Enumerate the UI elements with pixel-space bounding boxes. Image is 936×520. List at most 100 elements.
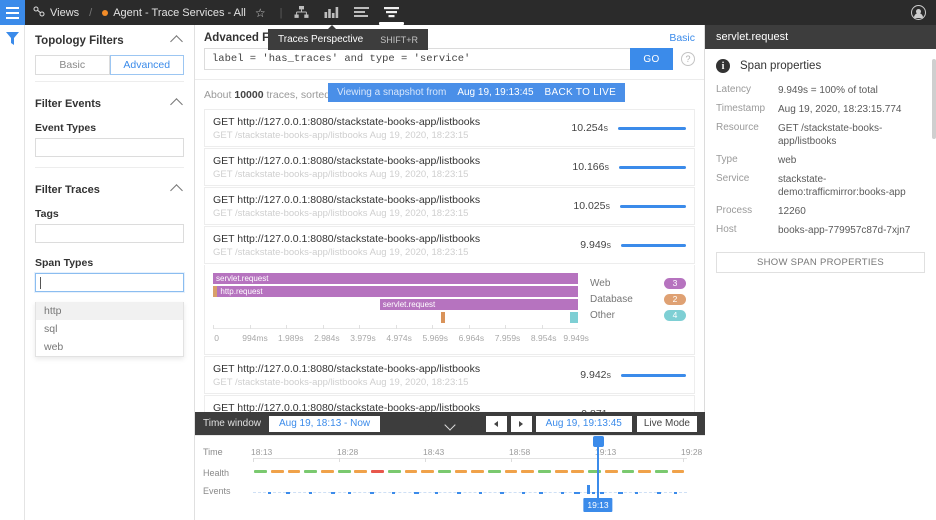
- waterfall-span[interactable]: servlet.request: [213, 273, 578, 284]
- time-window-value-button[interactable]: Aug 19, 18:13 - Now: [268, 415, 381, 432]
- trace-row[interactable]: GET http://127.0.0.1:8080/stackstate-boo…: [204, 356, 695, 394]
- event-marker[interactable]: [617, 492, 623, 494]
- go-button[interactable]: GO: [630, 48, 673, 70]
- event-marker[interactable]: [574, 492, 581, 494]
- tab-advanced[interactable]: Advanced: [109, 55, 184, 75]
- filter-mode-tabs: Basic Advanced: [35, 55, 184, 75]
- event-marker[interactable]: [435, 492, 439, 494]
- event-marker[interactable]: [656, 492, 661, 494]
- user-avatar-icon[interactable]: [911, 5, 926, 20]
- basic-mode-link[interactable]: Basic: [669, 32, 695, 44]
- trace-duration: 10.025s: [573, 200, 610, 212]
- arrow-left-icon[interactable]: [485, 415, 507, 432]
- event-marker[interactable]: [309, 492, 313, 494]
- timeline-row-label-events: Events: [203, 486, 231, 496]
- health-segment: [554, 470, 568, 473]
- filter-traces-header[interactable]: Filter Traces: [25, 174, 194, 204]
- property-row-resource: Resource GET /stackstate-books-app/listb…: [705, 119, 936, 151]
- span-type-option-web[interactable]: web: [36, 338, 183, 356]
- axis-tick-label: 994ms: [242, 333, 268, 343]
- event-marker[interactable]: [591, 492, 595, 494]
- axis-tick-label: 4.974s: [386, 333, 412, 343]
- event-marker[interactable]: [561, 492, 565, 494]
- event-marker-tall[interactable]: [587, 485, 591, 494]
- span-type-option-http[interactable]: http: [36, 302, 183, 320]
- span-types-dropdown: http sql web: [35, 302, 184, 357]
- waterfall-spans: servlet.request http.request servlet.req…: [213, 273, 589, 348]
- breadcrumb[interactable]: Agent - Trace Services - All ☆: [94, 6, 273, 20]
- span-types-input[interactable]: [35, 273, 184, 292]
- health-segment: [421, 470, 434, 473]
- event-marker[interactable]: [539, 492, 544, 494]
- property-row-type: Type web: [705, 151, 936, 170]
- user-menu[interactable]: [911, 5, 936, 20]
- waterfall-span[interactable]: http.request: [217, 286, 578, 297]
- topology-filters-header[interactable]: Topology Filters: [25, 25, 194, 55]
- chevron-up-icon[interactable]: [170, 183, 183, 197]
- trace-row[interactable]: GET http://127.0.0.1:8080/stackstate-boo…: [204, 109, 695, 147]
- health-segment: [254, 470, 268, 473]
- timeline-strip: Time Health Events 18:13 18:28 18:43 18:…: [195, 435, 705, 520]
- arrow-right-icon[interactable]: [510, 415, 532, 432]
- trace-row[interactable]: GET http://127.0.0.1:8080/stackstate-boo…: [204, 148, 695, 186]
- topology-icon[interactable]: [293, 4, 310, 21]
- star-icon[interactable]: ☆: [255, 6, 266, 20]
- chevron-down-icon[interactable]: [427, 418, 472, 435]
- snapshot-banner[interactable]: Viewing a snapshot from Aug 19, 19:13:45…: [328, 83, 626, 102]
- event-marker[interactable]: [268, 492, 272, 494]
- span-details-panel: servlet.request i Span properties Latenc…: [705, 25, 936, 520]
- event-marker[interactable]: [673, 492, 677, 494]
- query-input[interactable]: label = 'has_traces' and type = 'service…: [204, 48, 630, 70]
- event-marker[interactable]: [285, 492, 290, 494]
- events-list-icon[interactable]: [353, 4, 370, 21]
- event-marker[interactable]: [348, 492, 352, 494]
- event-types-input[interactable]: [35, 138, 184, 157]
- event-marker[interactable]: [500, 492, 505, 494]
- back-to-live-button[interactable]: BACK TO LIVE: [545, 87, 617, 98]
- trace-row[interactable]: GET http://127.0.0.1:8080/stackstate-boo…: [204, 187, 695, 225]
- question-mark-icon[interactable]: ?: [681, 52, 695, 66]
- tab-basic[interactable]: Basic: [35, 55, 110, 75]
- span-type-option-sql[interactable]: sql: [36, 320, 183, 338]
- hamburger-menu-icon[interactable]: [0, 0, 25, 25]
- property-row-host: Host books-app-779957c87d-7xjn7: [705, 221, 936, 240]
- legend-item[interactable]: Other 4: [590, 307, 686, 323]
- event-marker[interactable]: [634, 492, 638, 494]
- perspective-tooltip: Traces Perspective SHIFT+R: [268, 25, 428, 50]
- timeline-cursor-line: [597, 442, 599, 500]
- waterfall-span-other[interactable]: [570, 312, 578, 323]
- health-segment: [287, 470, 301, 473]
- funnel-icon[interactable]: [5, 32, 19, 49]
- nav-views[interactable]: Views: [25, 6, 87, 20]
- chart-icon[interactable]: [323, 4, 340, 21]
- event-marker[interactable]: [478, 492, 482, 494]
- filter-events-header[interactable]: Filter Events: [25, 88, 194, 118]
- event-marker[interactable]: [391, 492, 395, 494]
- event-marker[interactable]: [522, 492, 526, 494]
- timeline-tick-label: 18:13: [251, 447, 273, 457]
- legend-item[interactable]: Web 3: [590, 275, 686, 291]
- snapshot-time-button[interactable]: Aug 19, 19:13:45: [535, 415, 632, 432]
- health-segment: [304, 470, 318, 473]
- waterfall-span[interactable]: servlet.request: [379, 299, 578, 310]
- event-marker[interactable]: [370, 492, 375, 494]
- chevron-up-icon[interactable]: [170, 97, 183, 111]
- live-mode-button[interactable]: Live Mode: [636, 415, 697, 432]
- health-segment: [538, 470, 551, 473]
- traces-icon[interactable]: [378, 4, 404, 25]
- tags-input[interactable]: [35, 224, 184, 243]
- trace-duration-bar: [620, 204, 686, 208]
- chevron-up-icon[interactable]: [170, 34, 183, 48]
- legend-item[interactable]: Database 2: [590, 291, 686, 307]
- scrollbar[interactable]: [932, 59, 936, 139]
- trace-row[interactable]: GET http://127.0.0.1:8080/stackstate-boo…: [204, 226, 695, 264]
- left-rail: [0, 25, 25, 520]
- event-marker[interactable]: [331, 492, 336, 494]
- event-marker[interactable]: [413, 492, 419, 494]
- show-span-properties-button[interactable]: SHOW SPAN PROPERTIES: [716, 252, 925, 273]
- event-marker[interactable]: [456, 492, 461, 494]
- timeline-row-label-time: Time: [203, 447, 223, 457]
- event-marker[interactable]: [600, 492, 605, 494]
- waterfall-span-database[interactable]: [441, 312, 445, 323]
- waterfall-row: [213, 312, 578, 323]
